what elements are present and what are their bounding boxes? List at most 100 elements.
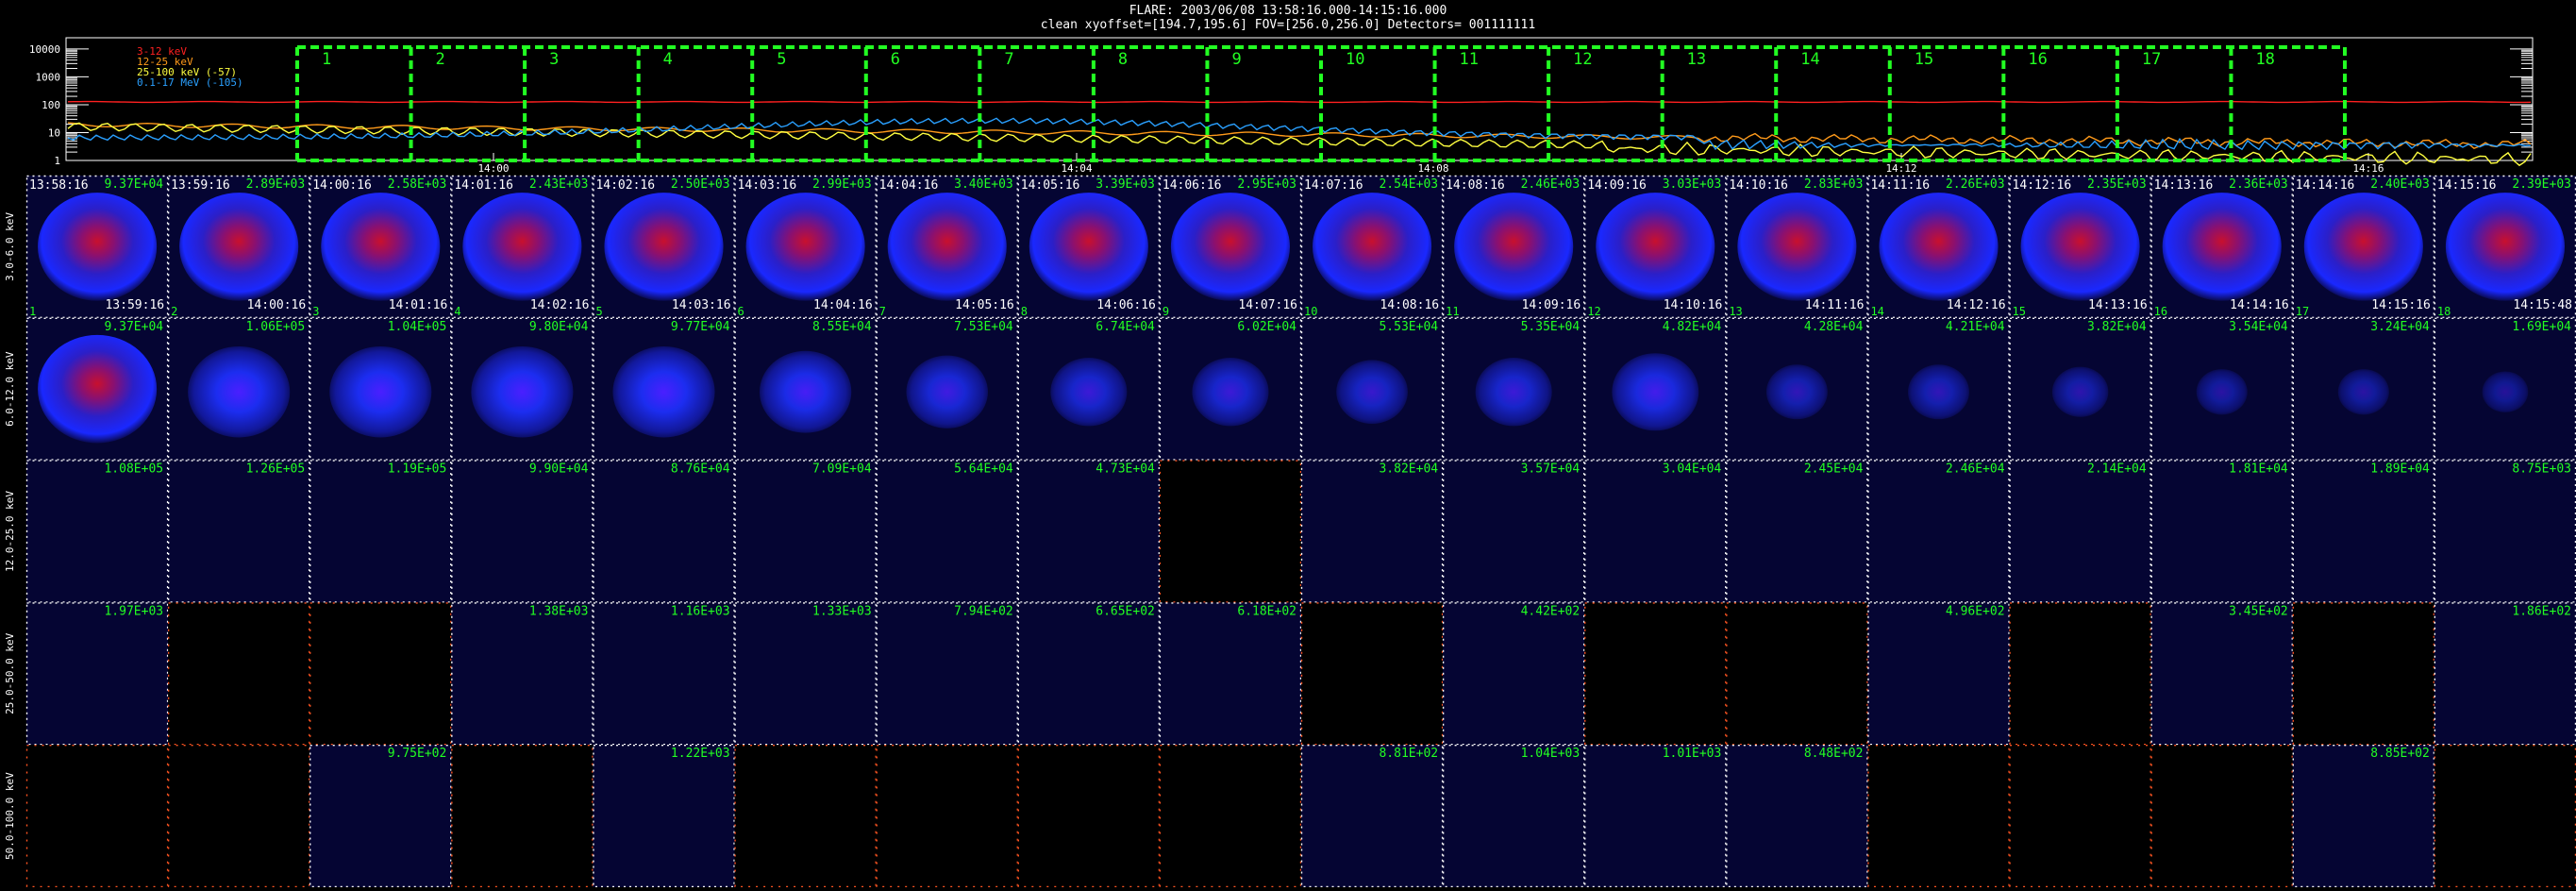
empty-image	[2009, 602, 2151, 746]
image-cell: 2.40E+03 14:14:16 14:15:16 17	[2292, 175, 2435, 319]
image-cell: 7.09E+04	[734, 460, 877, 603]
peak-value: 2.26E+03	[1946, 177, 2005, 192]
image-cell	[1584, 602, 1727, 746]
image-cell: 1.81E+04	[2150, 460, 2293, 603]
interval-label: 4	[663, 50, 673, 69]
peak-value: 1.04E+05	[388, 320, 447, 334]
source-emission	[1192, 358, 1269, 427]
peak-value: 1.69E+04	[2512, 320, 2571, 334]
source-emission	[462, 193, 582, 301]
image-background	[1443, 745, 1585, 887]
peak-value: 6.74E+04	[1096, 320, 1155, 334]
image-cell: 9.90E+04	[451, 460, 594, 603]
flare-title: FLARE: 2003/06/08 13:58:16.000-14:15:16.…	[1129, 4, 1447, 18]
peak-value: 1.86E+02	[2512, 604, 2571, 618]
image-cell: 5.53E+04	[1300, 317, 1444, 461]
image-background	[26, 602, 169, 746]
source-emission	[2020, 193, 2140, 301]
end-time: 14:03:16	[672, 298, 731, 312]
image-cell	[309, 602, 452, 746]
interval-label: 15	[1915, 50, 1933, 69]
interval-label: 17	[2142, 50, 2161, 69]
peak-value: 2.89E+03	[246, 177, 306, 192]
image-background	[876, 602, 1018, 746]
image-cell	[2434, 745, 2576, 888]
source-emission	[2162, 193, 2282, 301]
image-background	[876, 460, 1018, 603]
image-cell: 2.50E+03 14:02:16 14:03:16 5	[593, 175, 735, 319]
peak-value: 4.73E+04	[1096, 462, 1155, 477]
empty-image	[1726, 602, 1868, 746]
image-background	[26, 460, 169, 603]
peak-value: 2.54E+03	[1379, 177, 1438, 192]
peak-value: 3.57E+04	[1521, 462, 1581, 477]
start-time: 14:13:16	[2154, 178, 2214, 193]
end-time: 14:12:16	[1947, 298, 2006, 312]
peak-value: 3.04E+04	[1663, 462, 1722, 477]
image-cell: 8.76E+04	[593, 460, 735, 603]
source-emission	[604, 193, 724, 301]
empty-image	[2434, 745, 2576, 887]
end-time: 14:14:16	[2230, 298, 2289, 312]
image-cell: 9.75E+02	[309, 745, 452, 888]
image-cell: 8.48E+02	[1726, 745, 1868, 888]
interval-number: 13	[1729, 305, 1742, 318]
empty-image	[309, 602, 452, 746]
image-background	[2292, 460, 2434, 603]
image-cell	[2009, 602, 2151, 746]
interval-number: 15	[2013, 305, 2026, 318]
end-time: 14:01:16	[389, 298, 448, 312]
image-cell: 3.39E+03 14:05:16 14:06:16 8	[1017, 175, 1161, 319]
start-time: 14:10:16	[1729, 178, 1788, 193]
image-background	[734, 602, 877, 746]
interval-label: 6	[891, 50, 900, 69]
image-cell: 7.94E+02	[876, 602, 1018, 746]
image-background	[593, 460, 735, 603]
peak-value: 4.82E+04	[1663, 320, 1722, 334]
image-background	[1017, 602, 1160, 746]
peak-value: 5.35E+04	[1521, 320, 1581, 334]
empty-image	[451, 745, 594, 887]
end-time: 14:00:16	[247, 298, 307, 312]
interval-number: 7	[879, 305, 886, 318]
end-time: 14:07:16	[1238, 298, 1297, 312]
image-background	[2150, 460, 2293, 603]
source-emission	[2337, 369, 2389, 415]
empty-image	[734, 745, 877, 887]
end-time: 14:09:16	[1522, 298, 1581, 312]
interval-number: 17	[2296, 305, 2309, 318]
image-cell: 3.82E+04	[2009, 317, 2151, 461]
peak-value: 9.37E+04	[104, 320, 163, 334]
empty-image	[2292, 602, 2434, 746]
empty-image	[2150, 745, 2293, 887]
image-cell	[1159, 460, 1302, 603]
peak-value: 1.26E+05	[246, 462, 306, 477]
start-time: 14:11:16	[1870, 178, 1930, 193]
image-background	[2292, 745, 2434, 887]
image-background	[309, 460, 452, 603]
interval-label: 13	[1687, 50, 1706, 69]
image-background	[309, 745, 452, 887]
image-cell: 1.08E+05	[25, 460, 169, 603]
source-emission	[321, 193, 441, 301]
row-energy-label: 50.0-100.0 keV	[4, 772, 16, 860]
peak-value: 3.82E+04	[2087, 320, 2147, 334]
source-emission	[1313, 193, 1432, 301]
image-cell: 8.55E+04	[734, 317, 877, 461]
peak-value: 1.97E+03	[104, 604, 163, 618]
peak-value: 7.09E+04	[812, 462, 872, 477]
source-emission	[2482, 371, 2529, 412]
image-cell: 2.26E+03 14:11:16 14:12:16 14	[1867, 175, 2010, 319]
source-emission	[906, 355, 988, 429]
peak-value: 6.65E+02	[1096, 604, 1155, 618]
source-emission	[745, 193, 865, 301]
image-cell: 3.54E+04	[2150, 317, 2293, 461]
y-tick-label: 1000	[36, 71, 61, 83]
empty-image	[1017, 745, 1160, 887]
image-cell: 1.06E+05	[167, 317, 310, 461]
peak-value: 2.36E+03	[2229, 177, 2288, 192]
peak-value: 1.89E+04	[2370, 462, 2430, 477]
peak-value: 9.80E+04	[529, 320, 589, 334]
image-cell: 2.46E+04	[1867, 460, 2010, 603]
start-time: 14:12:16	[2013, 178, 2072, 193]
